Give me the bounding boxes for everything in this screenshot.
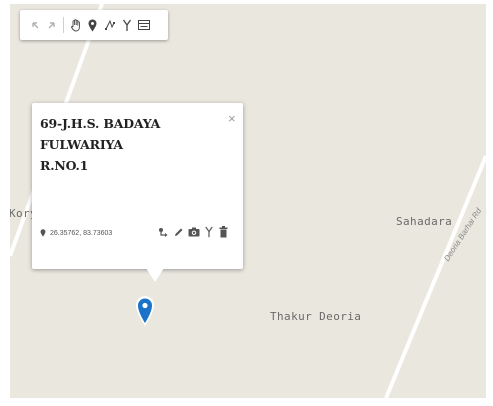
route-button[interactable]: [156, 224, 171, 240]
photo-button[interactable]: [186, 224, 201, 240]
undo-button[interactable]: [26, 14, 43, 36]
marker-info-popup: 69-J.H.S. BADAYA FULWARIYA R.NO.1 × 26.3…: [32, 103, 243, 282]
road-deoria-barhai: [384, 155, 486, 398]
fork-icon: [204, 226, 213, 238]
drawing-toolbar: [20, 10, 168, 40]
toolbar-divider: [63, 17, 64, 33]
hand-icon: [70, 18, 80, 31]
layers-button[interactable]: [135, 14, 152, 36]
route-icon: [159, 227, 168, 237]
map-pin-icon: [136, 296, 154, 326]
popup-title-line-1: 69-J.H.S. BADAYA FULWARIYA: [40, 116, 161, 152]
fork-button[interactable]: [118, 14, 135, 36]
trash-icon: [219, 226, 228, 238]
camera-icon: [188, 227, 199, 237]
popup-pointer: [146, 268, 164, 282]
redo-button[interactable]: [43, 14, 60, 36]
delete-button[interactable]: [216, 224, 231, 240]
layers-icon: [137, 20, 150, 30]
close-icon[interactable]: ×: [228, 112, 236, 125]
map-pin-icon: [40, 229, 46, 237]
pencil-icon: [175, 228, 183, 236]
location-marker[interactable]: [135, 295, 155, 332]
pan-button[interactable]: [67, 14, 84, 36]
draw-line-icon: [104, 19, 115, 30]
map-canvas[interactable]: Kory Sahadara Thakur Deoria Deoria Barha…: [10, 4, 486, 398]
edit-button[interactable]: [171, 224, 186, 240]
coordinates-text: 26.35762, 83.73603: [50, 229, 113, 237]
fork-action-button[interactable]: [201, 224, 216, 240]
place-label-sahadara: Sahadara: [396, 215, 453, 228]
popup-title: 69-J.H.S. BADAYA FULWARIYA R.NO.1: [40, 113, 220, 176]
fork-icon: [122, 19, 131, 31]
add-marker-button[interactable]: [84, 14, 101, 36]
popup-actions: [156, 224, 231, 240]
draw-line-button[interactable]: [101, 14, 118, 36]
map-pin-icon: [88, 19, 97, 31]
popup-title-line-2: R.NO.1: [40, 158, 89, 173]
redo-icon: [48, 22, 55, 29]
coordinates-readout: 26.35762, 83.73603: [40, 229, 112, 237]
undo-icon: [31, 22, 38, 29]
place-label-thakur-deoria: Thakur Deoria: [270, 310, 362, 323]
